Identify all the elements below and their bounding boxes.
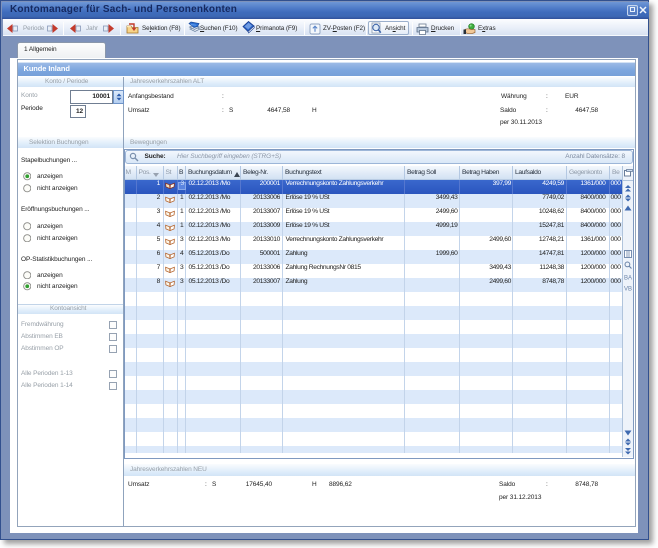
svg-text:VB: VB <box>624 287 632 293</box>
svg-text:BA: BA <box>624 276 632 282</box>
